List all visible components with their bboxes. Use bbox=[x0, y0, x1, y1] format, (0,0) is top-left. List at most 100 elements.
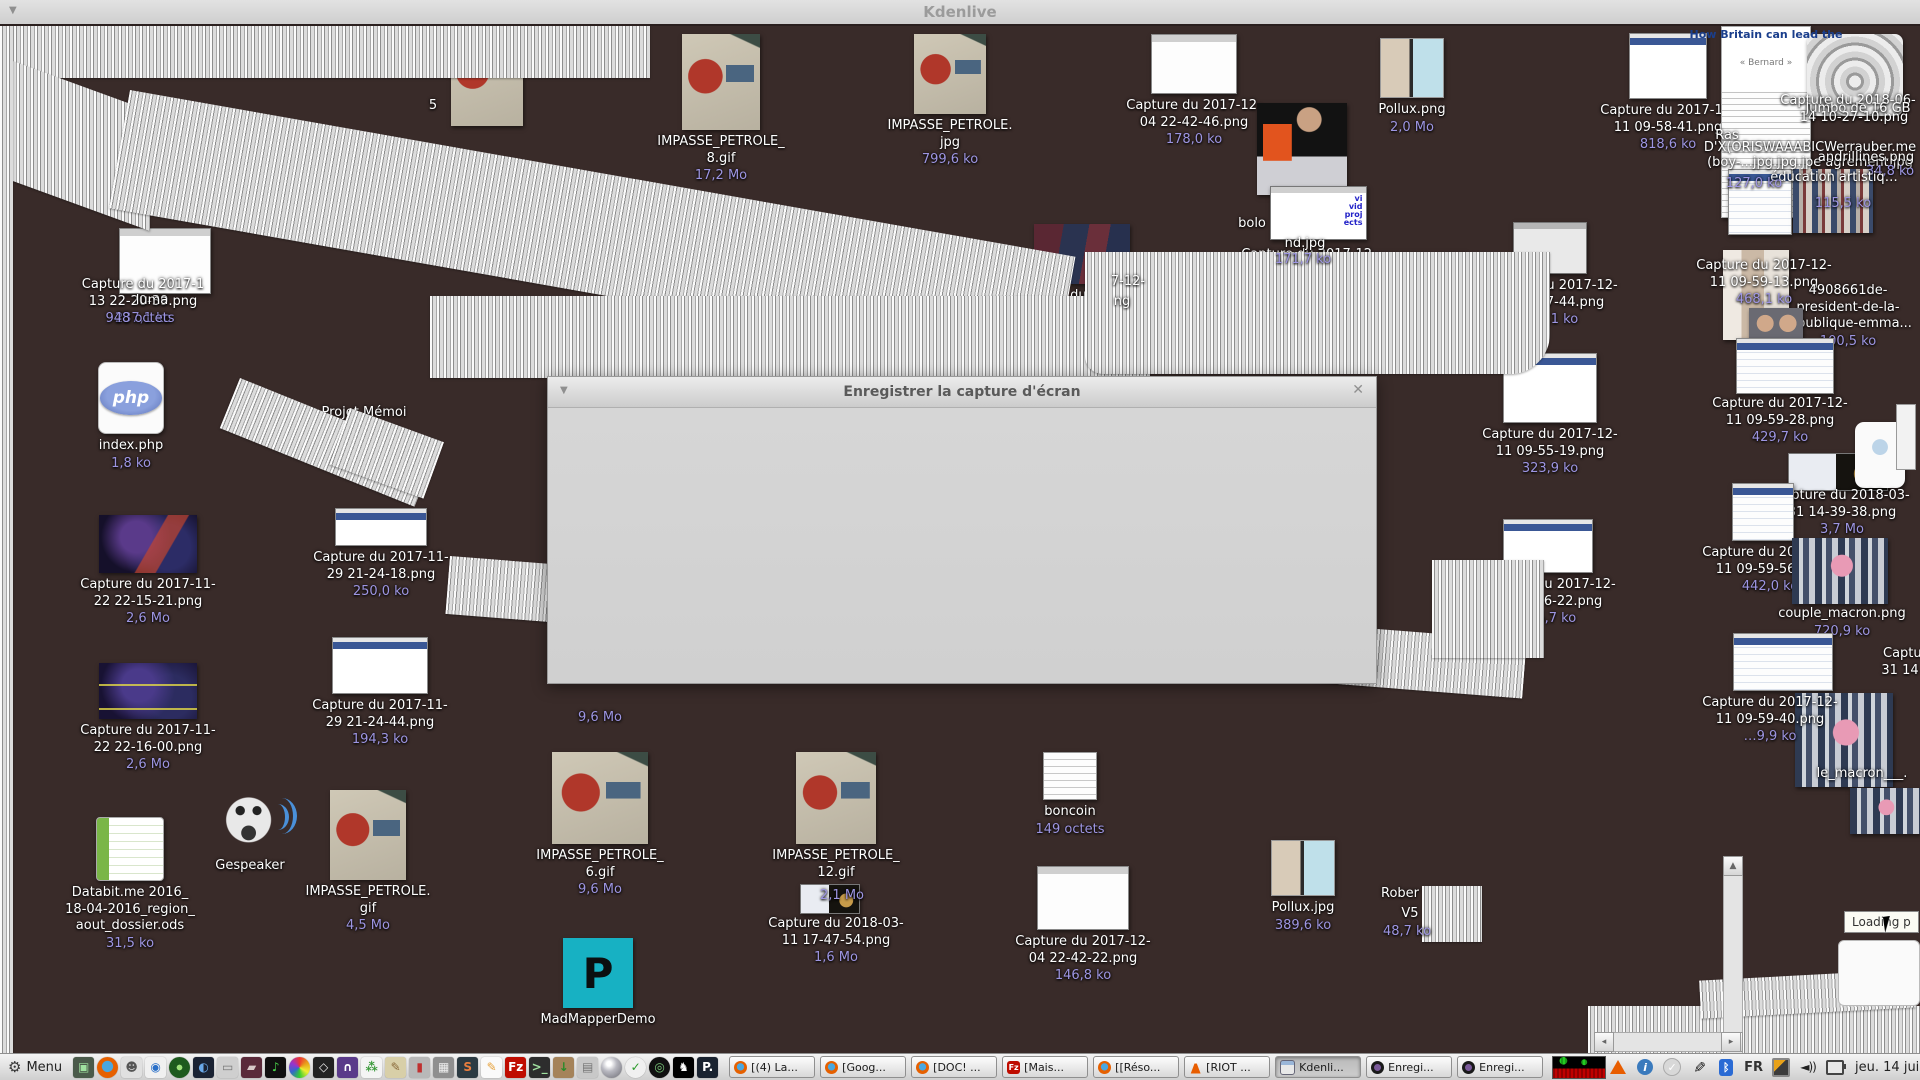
taskbar-window-button[interactable]: [DOC! ... bbox=[911, 1056, 998, 1078]
package-icon[interactable]: ↓ bbox=[553, 1056, 575, 1078]
taskbar-window-button[interactable]: [(4) La... bbox=[729, 1056, 816, 1078]
vlc-cone-icon[interactable] bbox=[1609, 1058, 1627, 1076]
gear-icon: ⚙ bbox=[8, 1058, 22, 1076]
show-desktop-icon[interactable]: ▣ bbox=[73, 1056, 95, 1078]
vlc-icon bbox=[1190, 1060, 1201, 1074]
glitch-artifact bbox=[430, 296, 1150, 378]
desktop-icon[interactable]: IMPASSE_PETROLE. gif 4,5 Mo bbox=[280, 790, 456, 933]
desktop-icon[interactable]: IMPASSE_PETROLE_ 12.gif bbox=[748, 752, 924, 881]
scroll-right-button[interactable]: ▸ bbox=[1721, 1032, 1741, 1052]
taskbar-window-button[interactable]: [[Réso... bbox=[1093, 1056, 1180, 1078]
clock-check-icon[interactable]: ✓ bbox=[625, 1056, 647, 1078]
music-player-icon[interactable]: ♪ bbox=[265, 1056, 287, 1078]
window-button-label: [Mais... bbox=[1024, 1060, 1064, 1074]
window-button-label: Enregi... bbox=[1388, 1060, 1434, 1074]
globe-icon[interactable]: ◐ bbox=[193, 1056, 215, 1078]
camera-lens-icon[interactable]: ◎ bbox=[649, 1056, 671, 1078]
desktop-icon[interactable]: Capture du 2017-11- 22 22-15-21.png 2,6 M… bbox=[60, 515, 236, 626]
ghost-text: 9,6 Mo bbox=[578, 710, 622, 725]
taskbar-window-button[interactable]: [Goog... bbox=[820, 1056, 907, 1078]
notes-icon[interactable]: ✎ bbox=[481, 1056, 503, 1078]
volume-icon[interactable]: ◄)) bbox=[1799, 1058, 1817, 1076]
scroll-left-button[interactable]: ◂ bbox=[1594, 1032, 1614, 1052]
desktop-icon[interactable]: P MadMapperDemo bbox=[510, 938, 686, 1029]
desktop-icon[interactable]: Pollux.jpg 389,6 ko bbox=[1215, 840, 1391, 933]
molecules-icon[interactable]: ⁂ bbox=[361, 1056, 383, 1078]
desktop-icon[interactable]: IMPASSE_PETROLE_ 6.gif 9,6 Mo bbox=[512, 752, 688, 897]
firefox-icon bbox=[734, 1060, 748, 1074]
desktop-icon[interactable] bbox=[1752, 538, 1920, 608]
taskbar-window-button[interactable]: Fz [Mais... bbox=[1002, 1056, 1089, 1078]
unity3d-icon[interactable]: ◇ bbox=[313, 1056, 335, 1078]
file-thumbnail bbox=[1749, 308, 1803, 340]
file-name: IMPASSE_PETROLE_ 12.gif bbox=[772, 848, 900, 880]
file-name: IMPASSE_PETROLE. jpg bbox=[887, 118, 1013, 150]
kdenlive-titlebar[interactable]: ▼ Kdenlive bbox=[0, 0, 1920, 26]
archive-icon[interactable]: ▤ bbox=[577, 1056, 599, 1078]
desktop-icon[interactable] bbox=[1697, 338, 1873, 398]
desktop-icon[interactable]: Pollux.png 2,0 Mo bbox=[1324, 38, 1500, 135]
gespeaker-icon[interactable]: ☻ bbox=[121, 1056, 143, 1078]
menu-button[interactable]: ⚙ Menu bbox=[4, 1056, 70, 1079]
firefox-icon[interactable] bbox=[97, 1056, 119, 1078]
calculator-icon[interactable]: ▦ bbox=[433, 1056, 455, 1078]
glitch-artifact bbox=[1432, 560, 1544, 658]
keyboard-layout-indicator[interactable]: FR bbox=[1744, 1060, 1763, 1075]
desktop-icon[interactable]: boncoin 149 octets bbox=[982, 752, 1158, 837]
headphones-icon[interactable]: ∩ bbox=[337, 1056, 359, 1078]
collapse-arrow-icon[interactable]: ▼ bbox=[9, 5, 17, 16]
vinyl-icon[interactable] bbox=[169, 1056, 191, 1078]
phone-icon[interactable]: ▭ bbox=[217, 1056, 239, 1078]
glitch-artifact bbox=[0, 24, 650, 78]
horizontal-scrollbar-fragment[interactable] bbox=[1594, 1032, 1742, 1052]
taskbar-window-button[interactable]: [RIOT ... bbox=[1184, 1056, 1271, 1078]
collapse-arrow-icon[interactable]: ▼ bbox=[560, 385, 568, 396]
plex-icon[interactable]: P. bbox=[697, 1056, 719, 1078]
pen-tool-icon[interactable]: ✎ bbox=[385, 1056, 407, 1078]
file-size: …9,9 ko bbox=[1743, 729, 1797, 745]
vertical-scrollbar-fragment[interactable] bbox=[1723, 856, 1743, 1054]
desktop-icon[interactable]: IMPASSE_PETROLE_ 8.gif 17,2 Mo bbox=[633, 34, 809, 183]
desktop-icon[interactable]: Capture du 2018-03- 11 17-47-54.png 1,6 M… bbox=[748, 916, 924, 965]
bluetooth-icon[interactable]: ᛒ bbox=[1717, 1058, 1735, 1076]
desktop-icon[interactable]: Capture du 2017-12- 11 09-59-40.png …9,9 … bbox=[1682, 695, 1858, 744]
photos-icon[interactable] bbox=[289, 1056, 311, 1078]
desktop-icon[interactable] bbox=[1797, 788, 1920, 838]
close-icon[interactable]: ✕ bbox=[1352, 382, 1364, 398]
battery-icon[interactable] bbox=[1826, 1058, 1847, 1076]
eye-icon[interactable]: ◉ bbox=[145, 1056, 167, 1078]
display-warning-icon[interactable] bbox=[1772, 1057, 1791, 1077]
desktop-icon[interactable]: IMPASSE_PETROLE. jpg 799,6 ko bbox=[862, 34, 1038, 167]
desktop-icon[interactable]: Capture du 2017-11- 22 22-16-00.png 2,6 M… bbox=[60, 663, 236, 772]
desktop-icon[interactable]: php index.php 1,8 ko bbox=[43, 362, 219, 471]
taskbar-window-button[interactable]: Enregi... bbox=[1457, 1056, 1544, 1078]
sphere-icon[interactable] bbox=[601, 1056, 623, 1078]
film-strip-icon[interactable]: ▰ bbox=[241, 1056, 263, 1078]
file-name: Capture du 2017-12- 11 09-55-19.png bbox=[1482, 427, 1618, 459]
filezilla-icon[interactable]: Fz bbox=[505, 1056, 527, 1078]
horse-icon[interactable]: ♞ bbox=[673, 1056, 695, 1078]
file-size: 1,8 ko bbox=[111, 455, 151, 471]
taskbar-window-button[interactable]: Enregi... bbox=[1366, 1056, 1453, 1078]
desktop-icon[interactable]: Capture du 2017-12- 04 22-42-22.png 146,8… bbox=[995, 866, 1171, 983]
update-shield-icon[interactable]: i bbox=[1636, 1058, 1654, 1076]
stylus-icon[interactable]: ✎ bbox=[1690, 1058, 1708, 1076]
desktop-icon[interactable] bbox=[1695, 633, 1871, 695]
ghost-text: nd.jpg bbox=[1284, 236, 1326, 251]
system-monitor-graph[interactable] bbox=[1552, 1055, 1607, 1079]
file-name: IMPASSE_PETROLE_ 6.gif bbox=[536, 848, 664, 880]
terminal-icon[interactable]: >_ bbox=[529, 1056, 551, 1078]
clock[interactable]: jeu. 14 juin, 10:30 bbox=[1855, 1060, 1920, 1075]
taskbar-window-button[interactable]: Kdenli... bbox=[1275, 1056, 1362, 1078]
ghost-text: 5 bbox=[428, 98, 438, 113]
scroll-up-button[interactable]: ▲ bbox=[1723, 856, 1743, 876]
audio-card-icon[interactable]: ▮ bbox=[409, 1056, 431, 1078]
desktop-icon[interactable] bbox=[1675, 483, 1851, 545]
camera-icon bbox=[1462, 1060, 1476, 1074]
window-button-label: Kdenli... bbox=[1299, 1060, 1344, 1074]
desktop-icon[interactable]: Capture du 2017-11- 29 21-24-18.png 250,0… bbox=[293, 508, 469, 599]
desktop-icon[interactable]: Capture du 2017-11- 29 21-24-44.png 194,3… bbox=[292, 637, 468, 747]
dialog-titlebar[interactable]: ▼ Enregistrer la capture d'écran ✕ bbox=[548, 377, 1376, 408]
check-circle-icon[interactable]: ✓ bbox=[1663, 1058, 1682, 1076]
sublime-icon[interactable]: S bbox=[457, 1056, 479, 1078]
